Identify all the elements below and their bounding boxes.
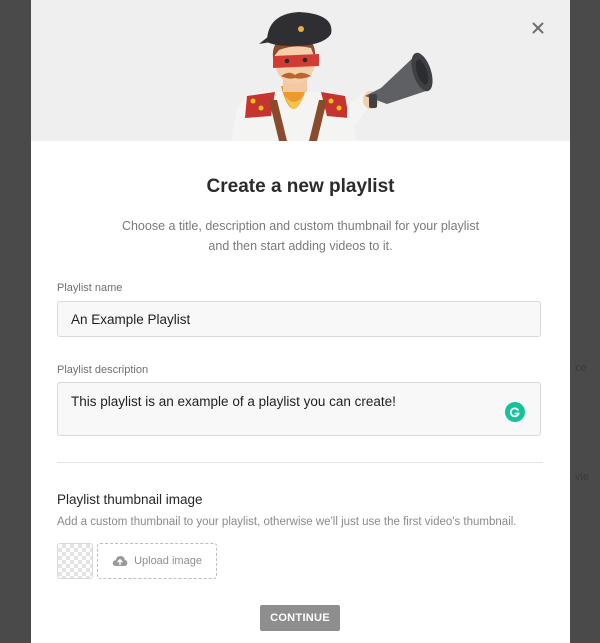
playlist-description-label: Playlist description [57,364,149,376]
modal-hero [31,0,570,141]
thumbnail-section-help: Add a custom thumbnail to your playlist,… [57,516,517,528]
cloud-upload-icon [112,556,128,566]
playlist-name-input[interactable]: An Example Playlist [57,301,541,337]
modal-subtitle: Choose a title, description and custom t… [121,219,480,253]
create-playlist-modal: Create a new playlist Choose a title, de… [31,0,570,643]
section-divider [57,462,543,463]
background-text-fragment: vie [575,471,590,483]
upload-image-label: Upload image [134,555,202,567]
playlist-name-value: An Example Playlist [71,312,191,327]
grammarly-g-glyph [509,407,520,418]
modal-title: Create a new playlist [206,176,395,197]
upload-image-button[interactable]: Upload image [97,543,217,579]
mascot-illustration [231,12,433,141]
playlist-name-label: Playlist name [57,282,123,294]
continue-button[interactable]: CONTINUE [260,605,340,631]
thumbnail-section-title: Playlist thumbnail image [57,492,203,507]
background-text-fragment: ce [575,362,587,374]
close-icon [532,22,544,34]
thumbnail-preview [57,543,93,579]
grammarly-icon[interactable] [505,402,525,422]
playlist-description-value: This playlist is an example of a playlis… [71,394,396,409]
playlist-description-textarea[interactable]: This playlist is an example of a playlis… [57,382,541,436]
close-button[interactable] [528,18,548,38]
